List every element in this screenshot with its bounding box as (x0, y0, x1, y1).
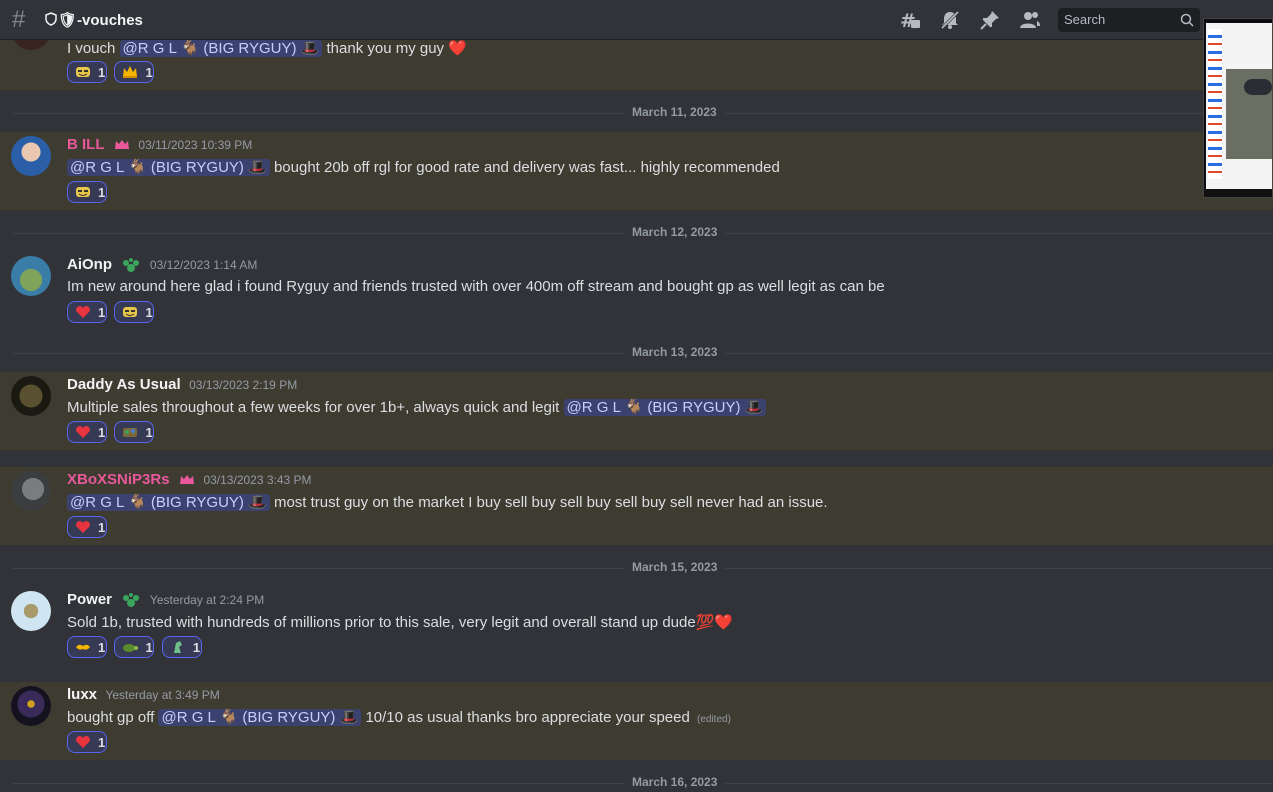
message-text: Im new around here glad i found Ryguy an… (67, 278, 885, 295)
red-heart-emoji-icon (76, 521, 90, 533)
channel-hash-icon: # (12, 6, 26, 33)
plant-role-icon (123, 593, 140, 607)
username[interactable]: Daddy As Usual (67, 376, 181, 393)
avatar[interactable] (11, 376, 51, 416)
reaction-button[interactable]: 1 (161, 636, 202, 658)
date-divider: March 15, 2023 (12, 560, 1273, 574)
timestamp: 03/11/2023 10:39 PM (138, 138, 253, 152)
avatar[interactable] (11, 686, 51, 726)
username[interactable]: AiOnp (67, 256, 112, 273)
date-divider: March 11, 2023 (12, 105, 1273, 119)
troll-face-emoji-icon (76, 67, 90, 77)
channel-name: 🛡-vouches (58, 12, 143, 29)
timestamp: Yesterday at 3:49 PM (105, 688, 220, 702)
crown-emoji-icon (123, 66, 138, 78)
troll-face-emoji-icon (76, 187, 90, 197)
search-placeholder: Search (1064, 12, 1106, 27)
reaction-button[interactable]: 1 (67, 516, 107, 538)
timestamp: 03/12/2023 1:14 AM (149, 258, 258, 273)
username[interactable]: Power (67, 591, 112, 608)
reactions: 1 (67, 181, 110, 205)
reaction-button[interactable]: 1 (67, 61, 107, 83)
user-mention[interactable]: @R G L 🐐 (BIG RYGUY) 🎩 (67, 494, 270, 511)
message-text: Sold 1b, trusted with hundreds of millio… (67, 614, 734, 631)
date-divider-label: March 13, 2023 (624, 345, 726, 359)
message: Power Yesterday at 2:24 PM Sold 1b, trus… (0, 587, 1273, 665)
username[interactable]: B ILL (67, 136, 105, 153)
message: AiOnp 03/12/2023 1:14 AM Im new around h… (0, 252, 1273, 330)
notification-bell-muted-icon[interactable] (939, 9, 961, 31)
username[interactable]: XBoXSNiP3Rs (67, 471, 170, 488)
date-divider: March 13, 2023 (12, 345, 1273, 359)
message: luxx Yesterday at 3:49 PM bought gp off … (0, 682, 1273, 760)
reaction-button[interactable]: 1 (114, 301, 155, 323)
search-input[interactable]: Search (1058, 8, 1200, 32)
handshake-emoji-icon (76, 644, 90, 650)
reaction-button[interactable]: 1 (114, 421, 155, 443)
screen-share-thumbnail[interactable] (1203, 18, 1273, 198)
message: B ILL 03/11/2023 10:39 PM @R G L 🐐 (BIG … (0, 132, 1273, 210)
user-mention[interactable]: @R G L 🐐 (BIG RYGUY) 🎩 (67, 159, 270, 176)
date-divider-label: March 12, 2023 (624, 225, 726, 239)
message: Daddy As Usual 03/13/2023 2:19 PM Multip… (0, 372, 1273, 450)
turtle-emoji-icon (123, 644, 139, 652)
message-text: @R G L 🐐 (BIG RYGUY) 🎩 bought 20b off rg… (67, 158, 780, 176)
reactions: 1 1 (67, 301, 157, 325)
red-heart-emoji-icon (76, 306, 90, 318)
troll-face-emoji-icon (123, 307, 138, 317)
timestamp: Yesterday at 2:24 PM (149, 593, 265, 608)
timestamp: 03/13/2023 3:43 PM (203, 473, 312, 487)
channel-header: # 🛡-vouches # Search (0, 0, 1273, 40)
reactions: 1 1 (67, 421, 157, 445)
pin-icon[interactable] (979, 9, 1001, 31)
message-text: I vouch @R G L 🐐 (BIG RYGUY) 🎩 thank you… (67, 40, 467, 57)
date-divider: March 16, 2023 (12, 775, 1273, 789)
reactions: 1 1 (67, 61, 157, 85)
reaction-button[interactable]: 1 (67, 301, 107, 323)
red-heart-emoji-icon (76, 736, 90, 748)
avatar[interactable] (11, 591, 51, 631)
reaction-button[interactable]: 1 (114, 61, 155, 83)
username[interactable]: luxx (67, 686, 97, 703)
reaction-button[interactable]: 1 (67, 421, 107, 443)
plant-role-icon (123, 258, 140, 272)
reaction-button[interactable]: 1 (114, 636, 155, 658)
user-mention[interactable]: @R G L 🐐 (BIG RYGUY) 🎩 (119, 40, 323, 57)
timestamp: 03/13/2023 2:19 PM (189, 378, 298, 392)
threads-icon[interactable]: # (899, 9, 921, 31)
heart-emoji: ❤️ (448, 40, 467, 57)
user-mention[interactable]: @R G L 🐐 (BIG RYGUY) 🎩 (563, 399, 767, 416)
message-text: Multiple sales throughout a few weeks fo… (67, 398, 767, 416)
message-text: bought gp off @R G L 🐐 (BIG RYGUY) 🎩 10/… (67, 709, 731, 726)
reactions: 1 (67, 516, 110, 540)
reaction-button[interactable]: 1 (67, 181, 107, 203)
reactions: 1 (67, 731, 110, 755)
hundred-heart-emoji: 💯❤️ (695, 614, 734, 631)
reaction-button[interactable]: 1 (67, 731, 107, 753)
crown-role-icon (180, 475, 194, 485)
message: XBoXSNiP3Rs 03/13/2023 3:43 PM @R G L 🐐 … (0, 467, 1273, 545)
user-mention[interactable]: @R G L 🐐 (BIG RYGUY) 🎩 (158, 709, 362, 726)
shield-icon (45, 12, 57, 26)
message-text: @R G L 🐐 (BIG RYGUY) 🎩 most trust guy on… (67, 493, 828, 511)
reaction-button[interactable]: 1 (67, 636, 107, 658)
member-list-icon[interactable] (1019, 9, 1041, 31)
crown-role-icon (114, 140, 129, 150)
search-icon (1180, 13, 1194, 27)
date-divider-label: March 16, 2023 (624, 775, 726, 789)
date-divider-label: March 11, 2023 (624, 105, 725, 119)
avatar[interactable] (11, 136, 51, 176)
avatar[interactable] (11, 471, 51, 511)
red-heart-emoji-icon (76, 426, 90, 438)
reactions: 1 1 1 (67, 636, 205, 660)
date-divider: March 12, 2023 (12, 225, 1273, 239)
custom-emoji-icon (173, 641, 182, 653)
edited-label: (edited) (697, 714, 731, 725)
avatar[interactable] (11, 256, 51, 296)
date-divider-label: March 15, 2023 (624, 560, 726, 574)
custom-emoji-icon (123, 428, 138, 437)
message: I vouch @R G L 🐐 (BIG RYGUY) 🎩 thank you… (0, 10, 1273, 90)
